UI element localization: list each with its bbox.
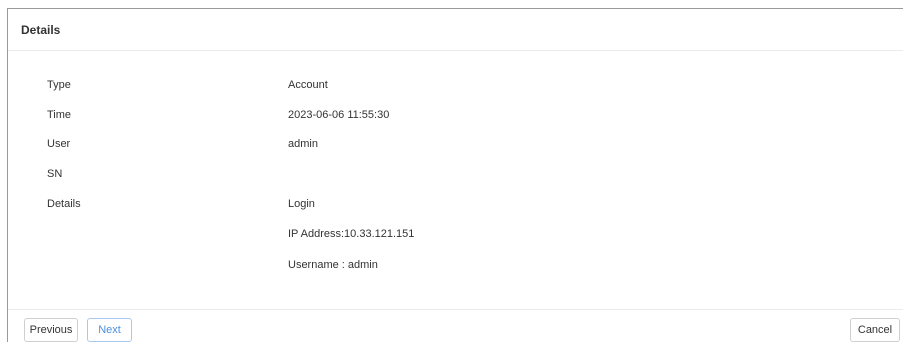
field-value-type: Account [288, 79, 328, 91]
field-label-type: Type [47, 79, 71, 91]
previous-button[interactable]: Previous [24, 318, 78, 342]
field-label-sn: SN [47, 168, 63, 180]
field-value-user: admin [288, 138, 318, 150]
details-username: Username : admin [288, 259, 378, 271]
field-value-time: 2023-06-06 11:55:30 [288, 109, 390, 121]
field-label-user: User [47, 138, 71, 150]
next-button[interactable]: Next [87, 318, 132, 342]
dialog-footer: Previous Next Cancel [8, 309, 903, 342]
dialog-header: Details [8, 9, 903, 51]
details-ip-address: IP Address:10.33.121.151 [288, 228, 415, 240]
field-value-details: Login [288, 198, 315, 210]
details-dialog: Details Type Account Time 2023-06-06 11:… [7, 8, 903, 342]
cancel-button[interactable]: Cancel [850, 318, 900, 342]
field-label-time: Time [47, 109, 72, 121]
field-label-details: Details [47, 198, 81, 210]
dialog-title: Details [21, 22, 61, 37]
